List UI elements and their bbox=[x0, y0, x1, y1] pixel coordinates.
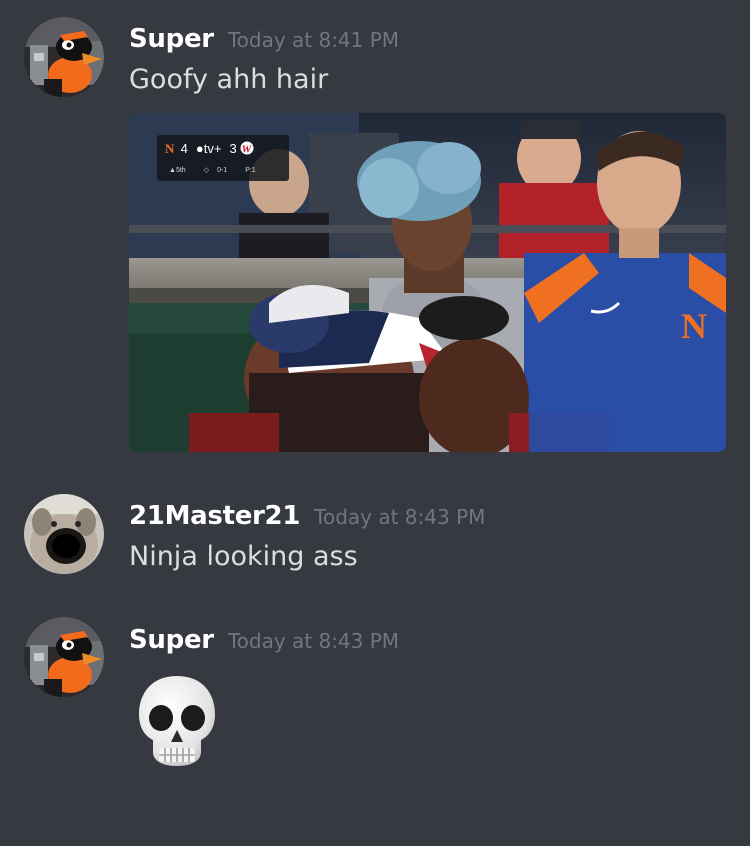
username[interactable]: Super bbox=[129, 625, 214, 655]
message-text: Ninja looking ass bbox=[129, 541, 358, 572]
message-header: 21Master21 Today at 8:43 PM bbox=[129, 501, 485, 531]
inning: 5th bbox=[175, 167, 186, 174]
timestamp: Today at 8:41 PM bbox=[227, 28, 400, 52]
svg-text:N: N bbox=[165, 141, 175, 155]
svg-text:W: W bbox=[242, 144, 253, 156]
svg-text:N: N bbox=[681, 306, 707, 346]
home-score: 3 bbox=[229, 141, 237, 156]
bases-icon: ◇ bbox=[203, 167, 210, 174]
username[interactable]: 21Master21 bbox=[129, 501, 300, 531]
avatar-oriole-bird[interactable] bbox=[24, 17, 104, 97]
message-header: Super Today at 8:43 PM bbox=[129, 625, 399, 655]
nationals-logo-icon: W bbox=[240, 141, 254, 156]
network-label: tv+ bbox=[203, 141, 222, 156]
away-score: 4 bbox=[180, 141, 188, 156]
timestamp: Today at 8:43 PM bbox=[227, 629, 400, 653]
message-text: Goofy ahh hair bbox=[129, 64, 329, 95]
count: 0-1 bbox=[217, 167, 228, 174]
message-header: Super Today at 8:41 PM bbox=[129, 24, 399, 54]
avatar-oriole-bird[interactable] bbox=[24, 617, 104, 697]
apple-icon: ● bbox=[195, 141, 204, 156]
inning-arrow-icon: ▲ bbox=[169, 167, 176, 174]
skull-emoji-icon[interactable] bbox=[135, 672, 219, 772]
username[interactable]: Super bbox=[129, 24, 214, 54]
avatar-dog[interactable] bbox=[24, 494, 104, 574]
scorebug: N 4 ●tv+ 3 W ▲5th ◇ 0-1 P:1 bbox=[157, 135, 289, 181]
mets-logo-icon: N bbox=[165, 141, 177, 155]
pitch-count: P:1 bbox=[245, 167, 256, 174]
timestamp: Today at 8:43 PM bbox=[314, 505, 486, 529]
image-attachment[interactable]: N N 4 ●tv+ 3 W ▲5th ◇ 0-1 P:1 bbox=[129, 113, 726, 452]
